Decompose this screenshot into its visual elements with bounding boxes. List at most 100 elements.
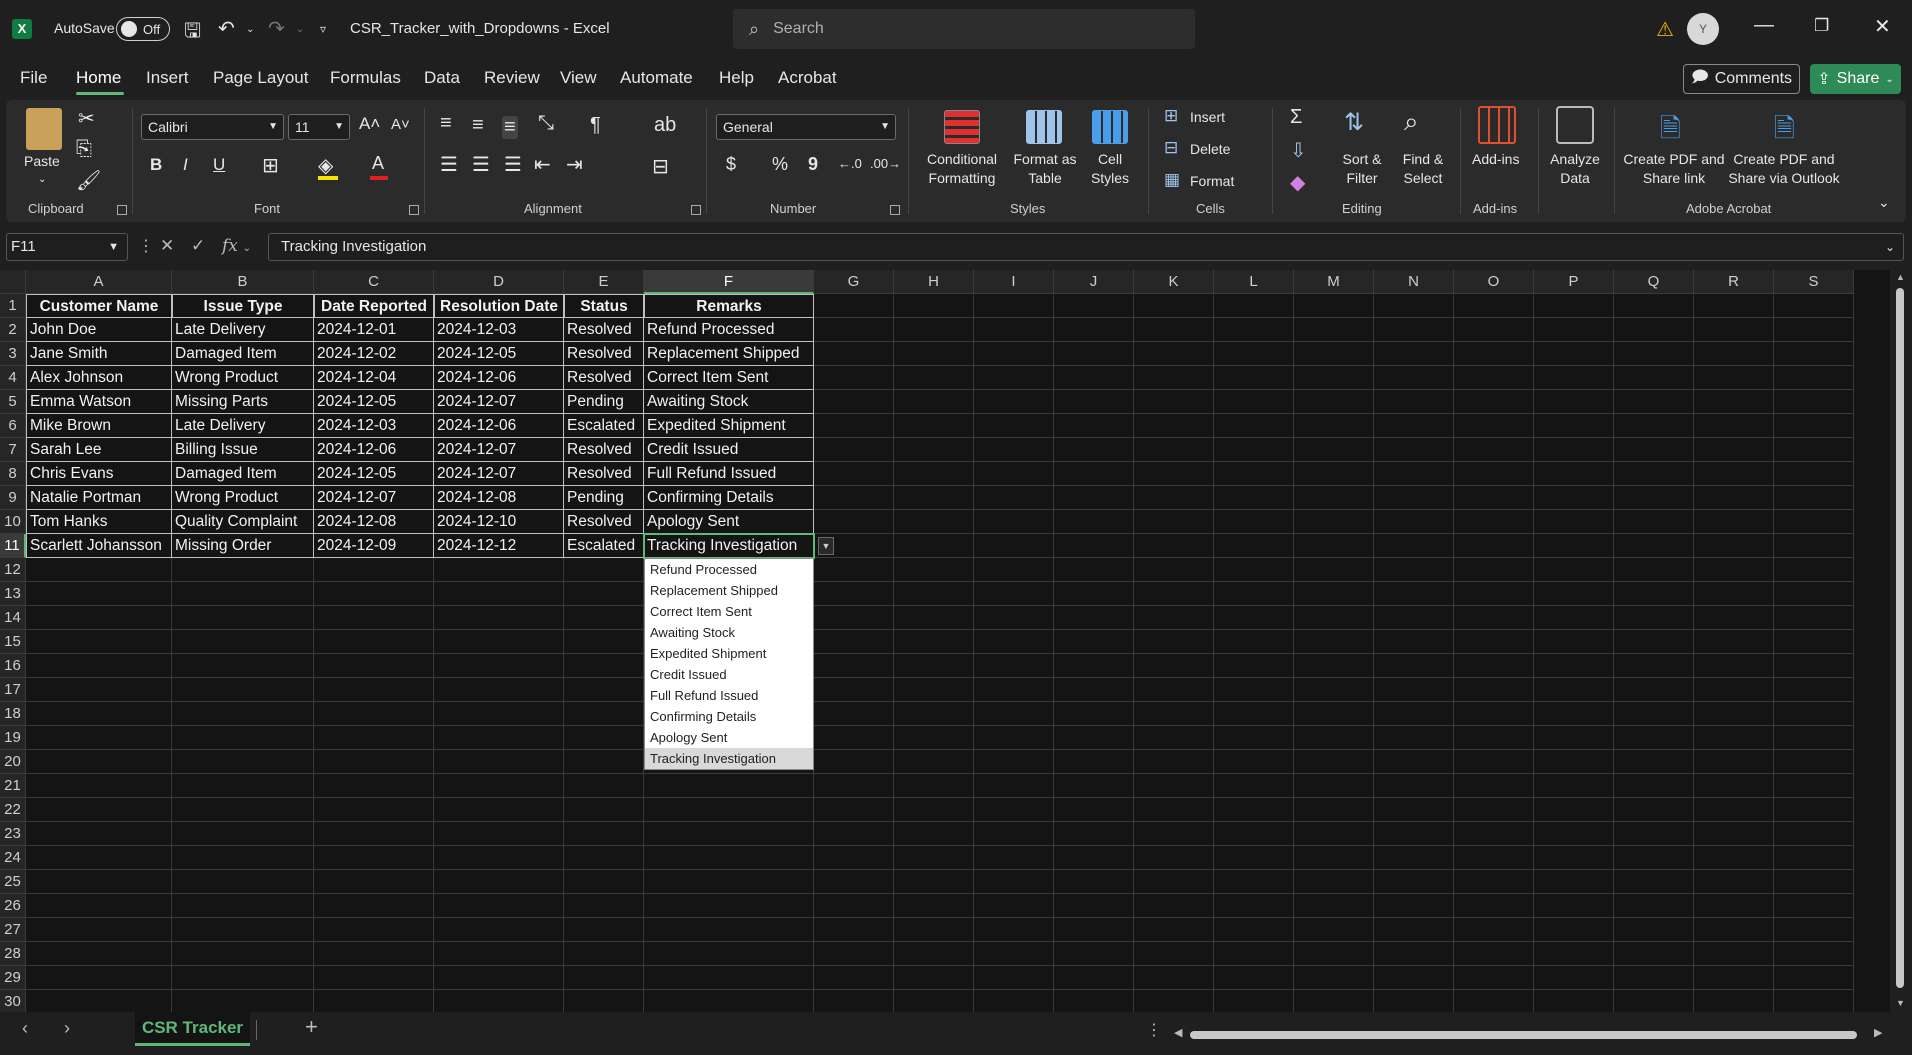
cell[interactable] bbox=[1134, 654, 1214, 678]
cell[interactable] bbox=[894, 726, 974, 750]
cell[interactable] bbox=[1694, 654, 1774, 678]
column-header-f[interactable]: F bbox=[644, 270, 814, 294]
cell[interactable] bbox=[1134, 606, 1214, 630]
cell[interactable] bbox=[1694, 366, 1774, 390]
cell[interactable] bbox=[564, 726, 644, 750]
cell[interactable] bbox=[564, 582, 644, 606]
cell[interactable] bbox=[1054, 462, 1134, 486]
cell[interactable] bbox=[894, 846, 974, 870]
decrease-font-icon[interactable]: A˅ bbox=[391, 116, 410, 133]
cell[interactable] bbox=[1694, 510, 1774, 534]
cell[interactable] bbox=[1214, 534, 1294, 558]
cell[interactable] bbox=[974, 534, 1054, 558]
column-header-g[interactable]: G bbox=[814, 270, 894, 294]
column-header-d[interactable]: D bbox=[434, 270, 564, 294]
cell[interactable] bbox=[1774, 750, 1854, 774]
cell[interactable] bbox=[1454, 894, 1534, 918]
cell[interactable] bbox=[1214, 918, 1294, 942]
cell[interactable] bbox=[1454, 462, 1534, 486]
cell[interactable] bbox=[1454, 510, 1534, 534]
cell[interactable] bbox=[1134, 846, 1214, 870]
insert-function-icon[interactable]: fx bbox=[222, 236, 238, 256]
column-header-m[interactable]: M bbox=[1294, 270, 1374, 294]
cell[interactable] bbox=[1134, 486, 1214, 510]
cell[interactable] bbox=[814, 366, 894, 390]
table-cell[interactable]: John Doe bbox=[26, 318, 172, 342]
cell[interactable] bbox=[814, 990, 894, 1012]
cell[interactable] bbox=[1374, 846, 1454, 870]
cell[interactable] bbox=[974, 558, 1054, 582]
increase-decimal-icon[interactable]: ←.0 bbox=[838, 156, 862, 171]
cell[interactable] bbox=[434, 918, 564, 942]
cell[interactable] bbox=[974, 630, 1054, 654]
column-header-h[interactable]: H bbox=[894, 270, 974, 294]
row-header-14[interactable]: 14 bbox=[0, 606, 26, 630]
cell[interactable] bbox=[814, 438, 894, 462]
cell[interactable] bbox=[1374, 582, 1454, 606]
cell[interactable] bbox=[1214, 942, 1294, 966]
cell[interactable] bbox=[814, 702, 894, 726]
cell[interactable] bbox=[1694, 318, 1774, 342]
cell[interactable] bbox=[564, 918, 644, 942]
cell[interactable] bbox=[1294, 822, 1374, 846]
header-cell[interactable]: Resolution Date bbox=[434, 294, 564, 318]
cell[interactable] bbox=[1614, 894, 1694, 918]
row-header-29[interactable]: 29 bbox=[0, 966, 26, 990]
cell[interactable] bbox=[814, 294, 894, 318]
cell[interactable] bbox=[894, 582, 974, 606]
cell[interactable] bbox=[1614, 414, 1694, 438]
row-header-24[interactable]: 24 bbox=[0, 846, 26, 870]
table-cell[interactable]: Resolved bbox=[564, 342, 644, 366]
cell[interactable] bbox=[644, 822, 814, 846]
cell[interactable] bbox=[564, 966, 644, 990]
undo-dropdown-icon[interactable]: ⌄ bbox=[246, 24, 254, 35]
cell[interactable] bbox=[1454, 342, 1534, 366]
table-cell[interactable]: Pending bbox=[564, 390, 644, 414]
cell[interactable] bbox=[1214, 750, 1294, 774]
add-sheet-icon[interactable]: + bbox=[305, 1014, 318, 1040]
table-cell[interactable]: Wrong Product bbox=[172, 366, 314, 390]
cell[interactable] bbox=[1614, 438, 1694, 462]
cell[interactable] bbox=[1214, 510, 1294, 534]
cell[interactable] bbox=[974, 462, 1054, 486]
cell[interactable] bbox=[1774, 294, 1854, 318]
cell[interactable] bbox=[1534, 678, 1614, 702]
cell[interactable] bbox=[1134, 798, 1214, 822]
avatar[interactable]: Y bbox=[1687, 13, 1719, 45]
cell[interactable] bbox=[1134, 462, 1214, 486]
cell[interactable] bbox=[1534, 774, 1614, 798]
cell[interactable] bbox=[1134, 438, 1214, 462]
cell[interactable] bbox=[1294, 870, 1374, 894]
cell[interactable] bbox=[1614, 966, 1694, 990]
cell[interactable] bbox=[1534, 414, 1614, 438]
cell[interactable] bbox=[172, 870, 314, 894]
cell[interactable] bbox=[1694, 966, 1774, 990]
column-header-o[interactable]: O bbox=[1454, 270, 1534, 294]
cell[interactable] bbox=[974, 798, 1054, 822]
cell[interactable] bbox=[1294, 942, 1374, 966]
cell[interactable] bbox=[894, 558, 974, 582]
cell[interactable] bbox=[1054, 390, 1134, 414]
cell[interactable] bbox=[1694, 798, 1774, 822]
format-cells-button[interactable]: Format bbox=[1190, 172, 1234, 191]
clear-icon[interactable]: ◆ bbox=[1290, 170, 1305, 195]
table-cell[interactable]: 2024-12-07 bbox=[314, 486, 434, 510]
cell[interactable] bbox=[814, 390, 894, 414]
cell[interactable] bbox=[26, 966, 172, 990]
cell[interactable] bbox=[814, 942, 894, 966]
column-header-a[interactable]: A bbox=[26, 270, 172, 294]
cell[interactable] bbox=[1374, 798, 1454, 822]
cell[interactable] bbox=[894, 294, 974, 318]
wrap-text-icon[interactable]: ab bbox=[654, 114, 676, 137]
comma-style-icon[interactable]: 9 bbox=[808, 154, 818, 175]
table-cell[interactable]: Wrong Product bbox=[172, 486, 314, 510]
cell[interactable] bbox=[1294, 630, 1374, 654]
row-header-7[interactable]: 7 bbox=[0, 438, 26, 462]
cell[interactable] bbox=[644, 774, 814, 798]
decrease-decimal-icon[interactable]: .00→ bbox=[870, 156, 901, 171]
cell[interactable] bbox=[1214, 342, 1294, 366]
cell[interactable] bbox=[1374, 510, 1454, 534]
dropdown-option[interactable]: Replacement Shipped bbox=[645, 580, 813, 601]
paste-icon[interactable] bbox=[26, 108, 62, 150]
table-cell[interactable]: 2024-12-06 bbox=[434, 414, 564, 438]
